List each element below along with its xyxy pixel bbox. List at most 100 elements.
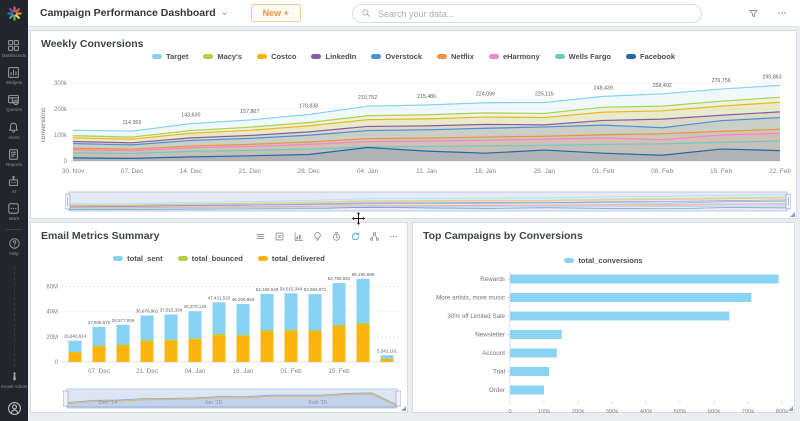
weekly-range-selector[interactable] — [65, 191, 791, 213]
resize-handle[interactable] — [790, 212, 795, 217]
legend-item-eharmony[interactable]: eHarmony — [489, 52, 540, 61]
new-button[interactable]: New + — [251, 4, 301, 22]
hamburger-icon[interactable] — [255, 231, 266, 242]
svg-text:0: 0 — [508, 409, 511, 415]
more-options-icon[interactable] — [776, 7, 788, 19]
panel-title: Top Campaigns by Conversions — [423, 230, 583, 242]
svg-text:178,838: 178,838 — [299, 104, 318, 110]
legend-item-target[interactable]: Target — [152, 52, 188, 61]
legend-item-wells-fargo[interactable]: Wells Fargo — [555, 52, 611, 61]
svg-text:40M: 40M — [46, 310, 58, 316]
insights-icon[interactable] — [312, 231, 323, 242]
legend-item-total-delivered[interactable]: total_delivered — [258, 254, 325, 263]
navigator-handle-left[interactable] — [63, 391, 68, 406]
search-input[interactable] — [376, 8, 693, 20]
svg-text:Jan '15: Jan '15 — [204, 400, 222, 406]
svg-text:37,815,334: 37,815,334 — [160, 307, 183, 312]
svg-text:53,983,971: 53,983,971 — [304, 287, 327, 292]
legend-swatch — [555, 54, 565, 59]
ellipsis-icon[interactable] — [388, 231, 399, 242]
user-avatar[interactable] — [7, 401, 22, 416]
email-range-selector[interactable]: Dec '14Jan '15Feb '15 — [63, 388, 401, 410]
legend-swatch — [258, 256, 268, 261]
sidebar-item-label: Widgets — [6, 80, 22, 85]
weekly-conversions-line-chart: 0100k200k300k30. Nov07. Dec14. Dec21. De… — [35, 67, 792, 183]
svg-text:215,486: 215,486 — [417, 94, 436, 100]
legend-item-total-conversions[interactable]: total_conversions — [564, 256, 642, 265]
svg-text:14. Dec: 14. Dec — [180, 168, 203, 175]
sidebar-item-more[interactable]: More — [2, 202, 26, 221]
legend-item-netflix[interactable]: Netflix — [437, 52, 474, 61]
svg-text:224,099: 224,099 — [476, 92, 495, 98]
legend-item-total-sent[interactable]: total_sent — [113, 254, 162, 263]
svg-text:20M: 20M — [46, 335, 58, 341]
svg-text:5,341,101: 5,341,101 — [377, 348, 398, 353]
svg-text:200k: 200k — [54, 107, 68, 113]
legend-item-costco[interactable]: Costco — [257, 52, 296, 61]
svg-text:01. Feb: 01. Feb — [592, 168, 614, 175]
svg-text:114,959: 114,959 — [123, 120, 142, 126]
sidebar-item-ai[interactable]: AI — [2, 175, 26, 194]
sidebar-item-help[interactable]: Help — [8, 237, 21, 256]
refresh-icon[interactable] — [350, 231, 361, 242]
legend-swatch — [489, 54, 499, 59]
legend-item-facebook[interactable]: Facebook — [626, 52, 675, 61]
svg-text:04. Jan: 04. Jan — [357, 168, 379, 175]
panel-title: Weekly Conversions — [41, 38, 144, 50]
sidebar-item-dashboards[interactable]: Dashboards — [2, 39, 26, 58]
admin-icon — [8, 370, 21, 383]
svg-text:07. Dec: 07. Dec — [121, 168, 144, 175]
svg-text:600k: 600k — [708, 409, 721, 415]
sidebar-item-knowl-admin[interactable]: Knowl Admin — [1, 370, 27, 389]
svg-text:36,976,901: 36,976,901 — [136, 309, 159, 314]
sidebar-item-label: AI — [12, 189, 16, 194]
svg-text:08. Feb: 08. Feb — [651, 168, 673, 175]
sidebar-item-label: Reports — [6, 162, 22, 167]
sidebar-item-widgets[interactable]: Widgets — [2, 66, 26, 85]
svg-text:0: 0 — [55, 360, 59, 366]
legend-swatch — [437, 54, 447, 59]
legend-swatch — [113, 256, 123, 261]
svg-text:0: 0 — [64, 159, 68, 165]
svg-text:300k: 300k — [606, 409, 619, 415]
svg-text:16,942,614: 16,942,614 — [64, 334, 87, 339]
svg-text:Rewards: Rewards — [480, 276, 505, 283]
legend-swatch — [564, 258, 574, 263]
legend-item-total-bounced[interactable]: total_bounced — [178, 254, 243, 263]
svg-text:15. Feb: 15. Feb — [710, 168, 732, 175]
svg-text:225,115: 225,115 — [535, 91, 554, 97]
sidebar-dashed-line — [14, 267, 15, 366]
svg-text:Account: Account — [482, 350, 505, 357]
legend-swatch — [311, 54, 321, 59]
panel-email-metrics: Email Metrics Summary total_senttotal_bo… — [30, 222, 408, 413]
snapshot-icon[interactable] — [331, 231, 342, 242]
legend-item-macy-s[interactable]: Macy's — [203, 52, 242, 61]
sidebar-item-label: Knowl Admin — [1, 384, 27, 389]
export-icon[interactable] — [274, 231, 285, 242]
help-icon — [8, 237, 21, 250]
navigator-handle-right[interactable] — [396, 391, 401, 406]
search-box[interactable] — [352, 4, 702, 23]
legend-item-linkedin[interactable]: LinkedIn — [311, 52, 356, 61]
svg-text:500k: 500k — [674, 409, 687, 415]
panel-top-campaigns: Top Campaigns by Conversions total_conve… — [412, 222, 795, 413]
svg-text:54,615,344: 54,615,344 — [280, 286, 303, 291]
sidebar-item-alerts[interactable]: Alerts — [2, 121, 26, 140]
svg-text:300k: 300k — [54, 81, 68, 87]
sidebar-item-queries[interactable]: Queries — [2, 93, 26, 112]
chart-type-icon[interactable] — [293, 231, 304, 242]
sidebar-item-reports[interactable]: Reports — [2, 148, 26, 167]
resize-handle[interactable] — [788, 406, 793, 411]
legend-swatch — [257, 54, 267, 59]
zoho-analytics-logo[interactable] — [6, 5, 23, 27]
legend-swatch — [626, 54, 636, 59]
alerts-icon — [7, 121, 20, 134]
filter-icon[interactable] — [748, 8, 759, 19]
legend-item-overstock[interactable]: Overstock — [371, 52, 422, 61]
svg-text:46,200,883: 46,200,883 — [232, 297, 255, 302]
top-campaigns-bar-chart: RewardsMore artists, more music30% off L… — [417, 269, 792, 419]
share-icon[interactable] — [369, 231, 380, 242]
dashboard-title-dropdown[interactable]: Campaign Performance Dashboard — [40, 7, 229, 19]
resize-handle[interactable] — [401, 406, 406, 411]
page-title: Campaign Performance Dashboard — [40, 7, 216, 19]
